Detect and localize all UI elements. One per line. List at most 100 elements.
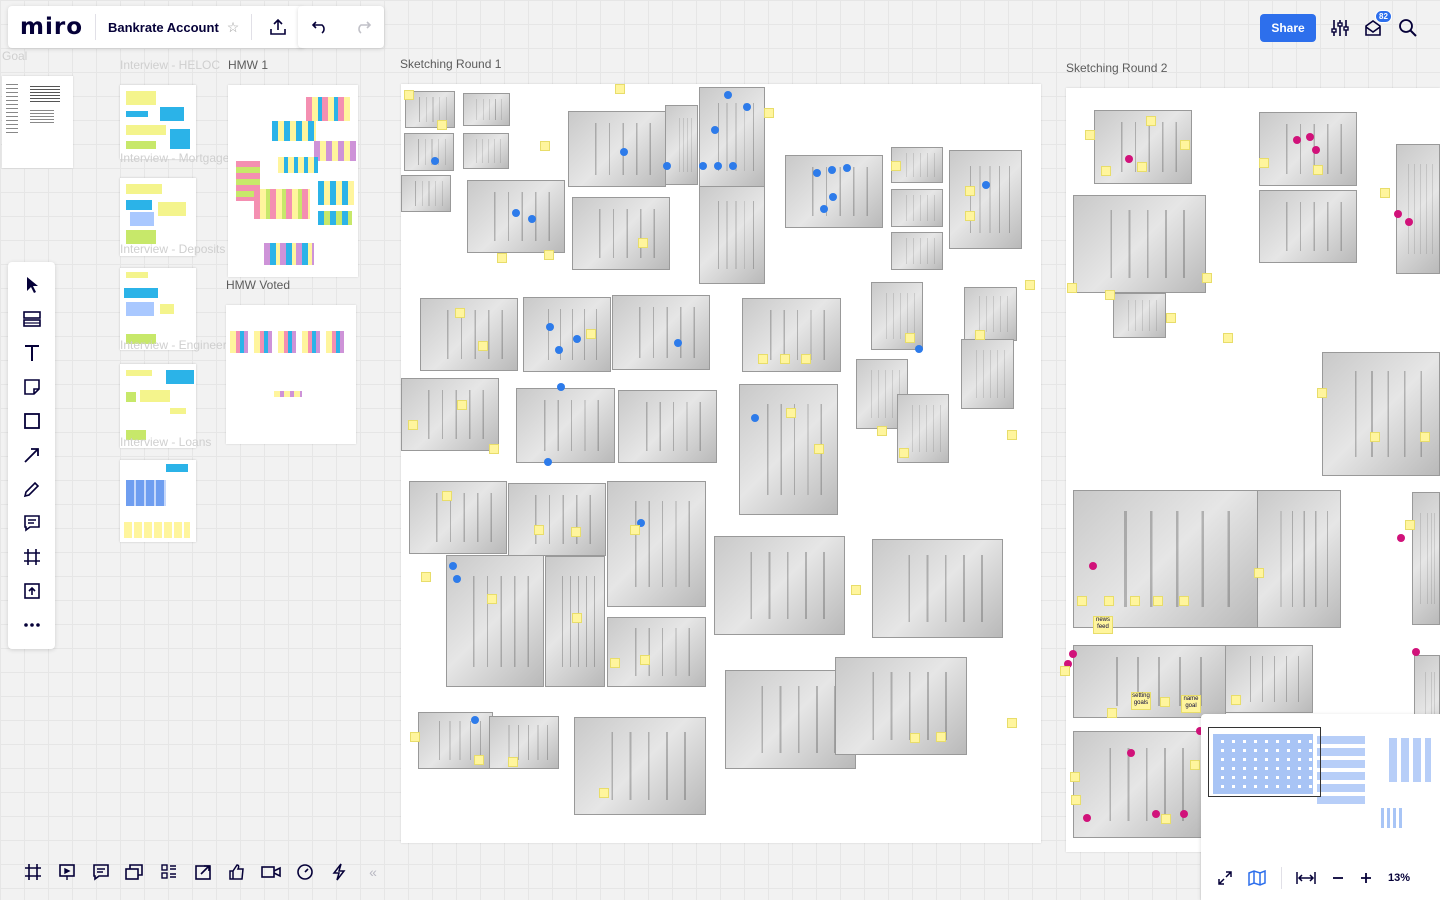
sticky-note[interactable]: [1180, 140, 1190, 150]
sticky-note[interactable]: [1146, 116, 1156, 126]
sticky-note[interactable]: [408, 420, 418, 430]
sticky-note[interactable]: [758, 354, 768, 364]
sticky-note[interactable]: [1190, 760, 1200, 770]
sticky-note[interactable]: [404, 90, 414, 100]
sticky-note[interactable]: [851, 585, 861, 595]
sticky-note[interactable]: [455, 308, 465, 318]
sketch-photo[interactable]: [949, 150, 1022, 249]
sketch-photo[interactable]: [463, 93, 510, 126]
sketch-photo[interactable]: [665, 105, 698, 185]
templates-icon[interactable]: [17, 302, 47, 336]
sketch-photo[interactable]: [1113, 293, 1166, 338]
sticky-note[interactable]: [1007, 718, 1017, 728]
interview-heloc-frame[interactable]: [120, 85, 196, 159]
sticky-note[interactable]: [1085, 130, 1095, 140]
sticky-note[interactable]: [571, 527, 581, 537]
zoom-out-icon[interactable]: [1324, 864, 1352, 892]
sticky-note[interactable]: [630, 525, 640, 535]
frame-label-interview-mortgage[interactable]: Interview - Mortgage: [120, 151, 229, 165]
frame-label-interview-deposits[interactable]: Interview - Deposits: [120, 242, 225, 256]
sticky-note[interactable]: [610, 658, 620, 668]
sketch-photo[interactable]: [699, 186, 765, 284]
sticky-note[interactable]: [965, 186, 975, 196]
sticky-note[interactable]: [1071, 795, 1081, 805]
sticky-note[interactable]: [1070, 772, 1080, 782]
sketch-photo[interactable]: [446, 555, 544, 687]
interview-loans-frame[interactable]: [120, 460, 196, 542]
sticky-note[interactable]: [1166, 313, 1176, 323]
sticky-note[interactable]: [1202, 273, 1212, 283]
redo-icon[interactable]: [349, 13, 377, 41]
sticky-note[interactable]: [540, 141, 550, 151]
sketch-photo[interactable]: [523, 297, 611, 372]
sticky-note-icon[interactable]: [17, 370, 47, 404]
frame-label-sketching-round-1[interactable]: Sketching Round 1: [400, 57, 501, 71]
sticky-note[interactable]: [936, 732, 946, 742]
video-icon[interactable]: [254, 858, 288, 886]
hmw-voted-frame[interactable]: [226, 305, 356, 444]
more-icon[interactable]: [17, 608, 47, 642]
sketch-photo[interactable]: [699, 87, 765, 187]
sketch-photo[interactable]: [516, 388, 615, 463]
sketch-photo[interactable]: [891, 189, 943, 227]
sticky-note[interactable]: [534, 525, 544, 535]
zoom-level[interactable]: 13%: [1388, 872, 1410, 884]
sticky-note[interactable]: [615, 84, 625, 94]
timer-icon[interactable]: [288, 858, 322, 886]
sticky-note[interactable]: [544, 250, 554, 260]
arrow-icon[interactable]: [17, 438, 47, 472]
sticky-note[interactable]: [1370, 432, 1380, 442]
sticky-note[interactable]: [1317, 388, 1327, 398]
sketch-photo[interactable]: [872, 539, 1003, 638]
sticky-note[interactable]: [764, 108, 774, 118]
sticky-note[interactable]: [1025, 280, 1035, 290]
shape-icon[interactable]: [17, 404, 47, 438]
screen-share-icon[interactable]: [186, 858, 220, 886]
lightning-icon[interactable]: [322, 858, 356, 886]
frame-label-hmw1[interactable]: HMW 1: [228, 58, 268, 72]
sticky-note[interactable]: [1067, 283, 1077, 293]
sticky-note[interactable]: [508, 757, 518, 767]
sketch-photo[interactable]: [404, 133, 454, 171]
sticky-note[interactable]: [1077, 596, 1087, 606]
sticky-note[interactable]: [780, 354, 790, 364]
sticky-note[interactable]: [442, 491, 452, 501]
sticky-note[interactable]: [910, 733, 920, 743]
sticky-note[interactable]: [965, 211, 975, 221]
sticky-note[interactable]: [478, 341, 488, 351]
sticky-note[interactable]: [1313, 165, 1323, 175]
share-button[interactable]: Share: [1260, 14, 1316, 42]
sticky-note[interactable]: [1105, 290, 1115, 300]
sketch-photo[interactable]: [401, 175, 451, 212]
sketch-photo[interactable]: [401, 378, 499, 451]
frame-label-interview-loans[interactable]: Interview - Loans: [120, 435, 211, 449]
sticky-note[interactable]: [572, 613, 582, 623]
sketch-photo[interactable]: [835, 657, 967, 755]
comments-icon[interactable]: [84, 858, 118, 886]
notifications-icon[interactable]: 82: [1359, 10, 1392, 42]
select-icon[interactable]: [17, 268, 47, 302]
sketch-photo[interactable]: [508, 483, 606, 556]
frame-label-sketching-round-2[interactable]: Sketching Round 2: [1066, 61, 1167, 75]
sticky-note[interactable]: [497, 253, 507, 263]
sticky-note[interactable]: [474, 755, 484, 765]
sticky-note[interactable]: [899, 448, 909, 458]
sticky-note[interactable]: [1104, 596, 1114, 606]
sticky-note[interactable]: [586, 329, 596, 339]
sticky-note[interactable]: [457, 400, 467, 410]
sketch-photo[interactable]: [607, 617, 706, 687]
frames-icon[interactable]: [16, 858, 50, 886]
sticky-note[interactable]: [437, 120, 447, 130]
sketch-photo[interactable]: [409, 481, 507, 554]
sketch-photo[interactable]: [612, 295, 710, 370]
frame-label-interview-heloc[interactable]: Interview - HELOC: [120, 58, 220, 72]
sketch-photo[interactable]: [871, 282, 923, 350]
sticky-note[interactable]: [1007, 430, 1017, 440]
sketch-photo[interactable]: [1322, 352, 1440, 476]
sticky-note[interactable]: [1259, 158, 1269, 168]
sticky-note[interactable]: [1231, 695, 1241, 705]
minimap-preview[interactable]: [1201, 714, 1440, 854]
fit-icon[interactable]: [1211, 864, 1239, 892]
sketch-photo[interactable]: [568, 111, 666, 187]
sketch-photo[interactable]: [1257, 490, 1341, 628]
